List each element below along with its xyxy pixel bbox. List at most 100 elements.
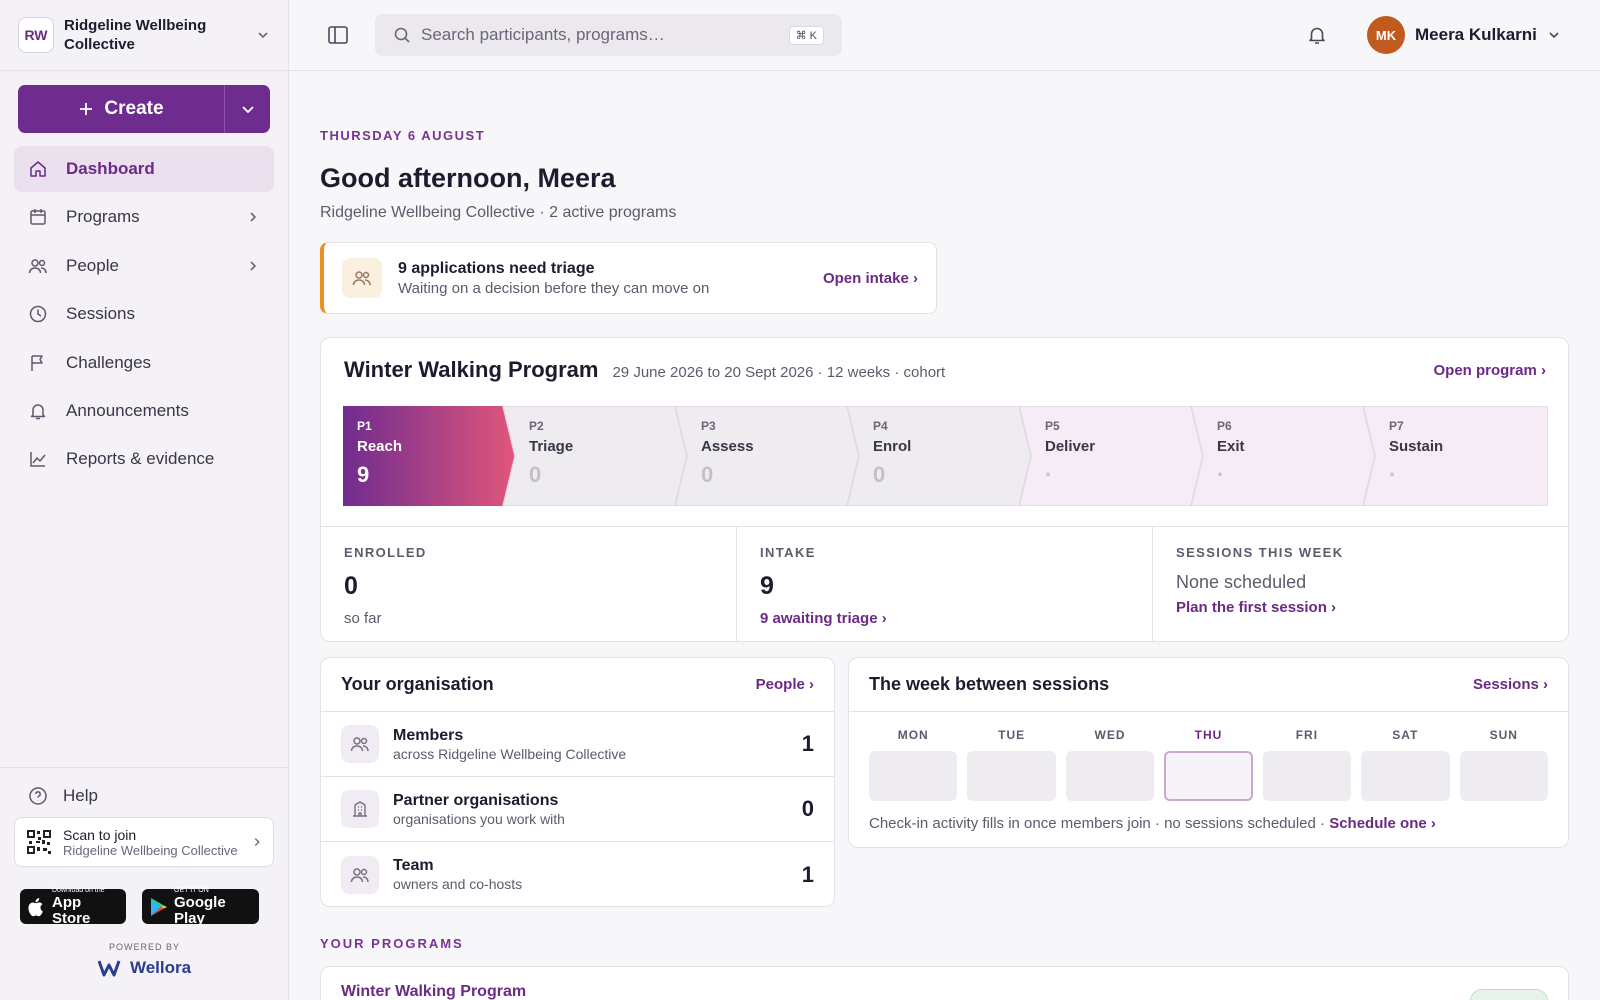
scan-to-join-card[interactable]: Scan to join Ridgeline Wellbeing Collect… [14,817,274,867]
stat-sessions: SESSIONS THIS WEEK None scheduled Plan t… [1153,527,1568,642]
sidebar-item-challenges[interactable]: Challenges [14,340,274,386]
stat-label: ENROLLED [344,545,427,560]
chevron-down-icon [256,28,270,42]
qr-code-icon [25,828,53,856]
open-intake-link[interactable]: Open intake › [823,270,918,287]
row-subtitle: across Ridgeline Wellbeing Collective [393,745,627,762]
brand-logo: Wellora [0,958,289,978]
search-input[interactable]: Search participants, programs… ⌘ K [375,14,842,56]
bell-icon [28,401,48,421]
stat-value: 9 [760,572,774,600]
stage-count: · [1045,462,1053,487]
stage-count: 9 [357,462,370,487]
sidebar-item-programs[interactable]: Programs [14,194,274,240]
pipeline-stage[interactable]: P3 Assess 0 [687,406,754,506]
card-header: The week between sessions Sessions › [849,658,1568,712]
pipeline-stage[interactable]: P1 Reach 9 [343,406,402,506]
user-menu[interactable]: MK Meera Kulkarni [1367,16,1561,54]
powered-by-label: POWERED BY [108,942,180,952]
day-activity-box-today [1164,751,1253,801]
row-title: Partner organisations [393,791,559,809]
people-link[interactable]: People › [756,676,814,693]
alert-subtitle: Waiting on a decision before they can mo… [398,279,710,297]
program-list-item[interactable]: Winter Walking Program [320,966,1569,1000]
day-column: WED [1065,728,1155,801]
stage-code: P5 [1045,419,1060,433]
stage-code: P3 [701,419,716,433]
row-title: Team [393,857,434,874]
org-name: Ridgeline Wellbeing Collective [64,17,207,53]
chart-icon [28,449,48,469]
clock-icon [28,304,48,324]
day-activity-box [1459,751,1548,801]
sidebar-toggle-icon[interactable] [327,24,349,46]
top-bar: Search participants, programs… ⌘ K MK Me… [289,0,1600,71]
sidebar-item-sessions[interactable]: Sessions [14,291,274,337]
org-row-team[interactable]: Team owners and co-hosts 1 [321,842,834,907]
google-play-badge[interactable]: GET IT ON Google Play [142,887,259,927]
google-play-icon [150,897,168,917]
pipeline-stage[interactable]: P2 Triage 0 [515,406,573,506]
status-badge [1470,989,1548,1000]
sidebar-footer: Help [0,767,289,824]
day-activity-box [1262,751,1352,801]
chevron-down-icon [240,101,256,117]
card-title: Your organisation [341,674,494,694]
pipeline-stage[interactable]: P6 Exit · [1203,406,1245,506]
stage-name: Deliver [1045,438,1096,455]
day-label: FRI [1295,728,1319,742]
chevron-down-icon [1547,28,1561,42]
create-button[interactable]: Create [18,85,225,133]
user-name: Meera Kulkarni [1415,25,1537,44]
programs-section-title: YOUR PROGRAMS [320,936,464,951]
notifications-bell-icon[interactable] [1306,24,1328,46]
sidebar-item-people[interactable]: People [14,243,274,289]
people-icon [341,725,379,763]
google-play-text: GET IT ON Google Play [174,887,251,927]
awaiting-triage-link[interactable]: 9 awaiting triage › [760,610,1129,627]
pipeline-stage[interactable]: P4 Enrol 0 [859,406,911,506]
stat-label: SESSIONS THIS WEEK [1176,545,1344,560]
schedule-one-link[interactable]: Schedule one › [1329,815,1436,832]
sidebar-item-reports[interactable]: Reports & evidence [14,436,274,482]
sidebar-item-announcements[interactable]: Announcements [14,388,274,434]
stat-empty: None scheduled [1176,572,1307,592]
chevron-right-icon [246,259,260,273]
row-count: 1 [801,861,814,887]
pipeline-stage[interactable]: P5 Deliver · [1031,406,1095,506]
program-list-title: Winter Walking Program [341,983,527,1000]
sessions-link[interactable]: Sessions › [1473,676,1548,693]
program-title: Winter Walking Program [344,357,599,382]
brand-name: Wellora [129,958,192,977]
stage-name: Reach [357,438,403,455]
stat-label: INTAKE [760,545,816,560]
row-text: Partner organisations organisations you … [393,792,565,827]
row-count: 0 [801,796,814,821]
sidebar-item-label: Sessions [66,304,135,324]
stage-name: Enrol [873,438,912,455]
open-program-link[interactable]: Open program › [1433,362,1546,379]
stage-name: Sustain [1389,438,1444,455]
wellora-logo-icon [97,959,124,977]
day-label: MON [897,728,929,742]
stat-enrolled: ENROLLED 0 so far [321,527,737,642]
sidebar-item-dashboard[interactable]: Dashboard [14,146,274,192]
help-link[interactable]: Help [0,768,289,824]
card-title: The week between sessions [869,674,1110,694]
day-label: TUE [998,728,1026,742]
stage-code: P7 [1389,419,1404,433]
day-label: SUN [1489,728,1518,742]
app-store-badge[interactable]: Download on the App Store [20,887,126,926]
day-activity-box [1361,751,1450,801]
qr-subtitle: Ridgeline Wellbeing Collective [63,842,238,858]
org-row-partners[interactable]: Partner organisations organisations you … [321,777,834,842]
pipeline-stage[interactable]: P7 Sustain · [1375,406,1443,506]
create-dropdown-button[interactable] [225,85,270,133]
plan-session-link[interactable]: Plan the first session › [1176,599,1545,616]
organisation-card: Your organisation People › Members acros… [320,657,835,907]
org-row-members[interactable]: Members across Ridgeline Wellbeing Colle… [321,712,834,777]
row-text: Team owners and co-hosts [393,857,522,892]
org-switcher[interactable]: RW Ridgeline Wellbeing Collective [0,0,288,71]
stat-intake: INTAKE 9 9 awaiting triage › [737,527,1153,642]
sidebar-item-label: Programs [66,207,140,227]
